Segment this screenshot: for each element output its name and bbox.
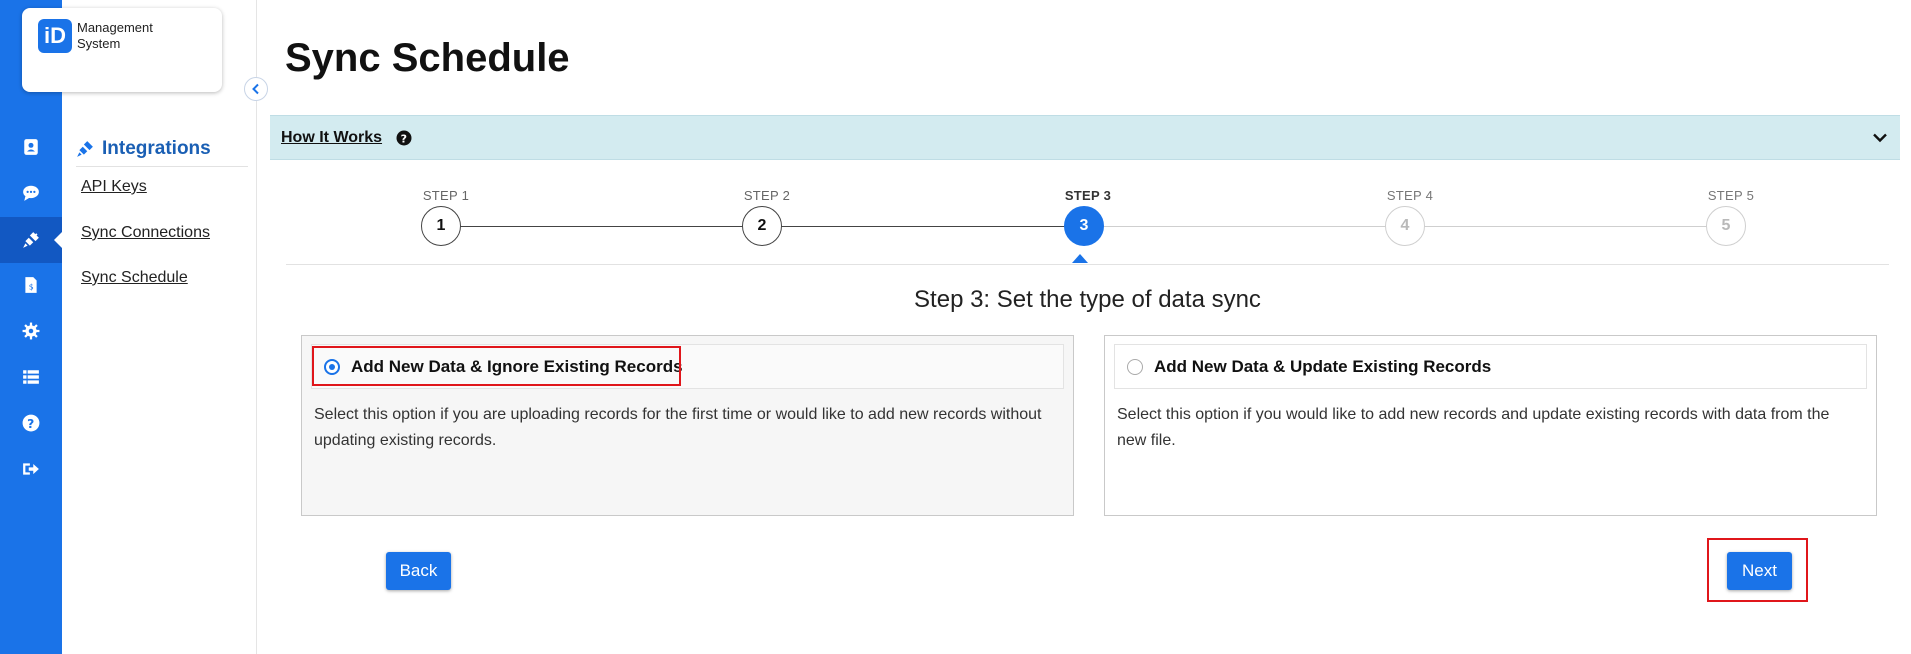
current-step-pointer xyxy=(1072,254,1088,263)
step-5-label: STEP 5 xyxy=(1707,188,1755,203)
step-heading: Step 3: Set the type of data sync xyxy=(914,286,1261,313)
svg-text:?: ? xyxy=(27,417,34,431)
step-connector xyxy=(762,226,1084,227)
step-connector xyxy=(441,226,762,227)
logo-text-line2: System xyxy=(77,36,121,51)
svg-text:?: ? xyxy=(401,133,407,146)
option-description: Select this option if you would like to … xyxy=(1117,406,1830,449)
sidebar-section-integrations: Integrations xyxy=(76,131,248,167)
back-button[interactable]: Back xyxy=(386,552,451,590)
collapse-sidebar-button[interactable] xyxy=(244,77,268,101)
logo-mark: iD xyxy=(38,19,72,53)
option-card-ignore-existing[interactable]: Add New Data & Ignore Existing Records S… xyxy=(301,335,1074,516)
option-header[interactable]: Add New Data & Update Existing Records xyxy=(1114,344,1867,389)
how-it-works-label[interactable]: How It Works xyxy=(281,129,382,147)
svg-text:$: $ xyxy=(29,283,34,292)
option-description: Select this option if you are uploading … xyxy=(314,406,1042,449)
step-5-circle: 5 xyxy=(1706,206,1746,246)
icon-rail: $ ? xyxy=(0,0,63,654)
step-4-circle: 4 xyxy=(1385,206,1425,246)
radio-ignore-existing[interactable] xyxy=(324,358,340,375)
next-button[interactable]: Next xyxy=(1727,552,1792,590)
step-3-label: STEP 3 xyxy=(1064,188,1112,203)
option-header[interactable]: Add New Data & Ignore Existing Records xyxy=(311,344,1064,389)
step-2-circle[interactable]: 2 xyxy=(742,206,782,246)
step-connector xyxy=(1405,226,1726,227)
contact-card-icon[interactable] xyxy=(0,124,62,170)
page-title: Sync Schedule xyxy=(285,36,570,80)
sidebar-link-sync-schedule[interactable]: Sync Schedule xyxy=(81,269,188,287)
invoice-icon[interactable]: $ xyxy=(0,262,62,308)
sidebar-panel xyxy=(62,0,257,654)
plug-icon xyxy=(77,140,93,157)
chevron-left-icon xyxy=(252,83,259,95)
list-icon[interactable] xyxy=(0,354,62,400)
option-title[interactable]: Add New Data & Ignore Existing Records xyxy=(351,357,683,377)
step-1-circle[interactable]: 1 xyxy=(421,206,461,246)
step-1-label: STEP 1 xyxy=(422,188,470,203)
how-it-works-banner[interactable]: How It Works ? xyxy=(270,115,1900,160)
gear-icon[interactable] xyxy=(0,308,62,354)
chevron-down-icon[interactable] xyxy=(1872,131,1888,145)
logo-text: Management System xyxy=(77,20,153,52)
step-4-label: STEP 4 xyxy=(1386,188,1434,203)
question-circle-icon[interactable]: ? xyxy=(396,130,412,146)
sidebar-link-api-keys[interactable]: API Keys xyxy=(81,178,147,196)
sidebar-link-sync-connections[interactable]: Sync Connections xyxy=(81,224,210,242)
brand-logo[interactable]: iD Management System xyxy=(22,8,222,92)
option-card-update-existing[interactable]: Add New Data & Update Existing Records S… xyxy=(1104,335,1877,516)
option-title[interactable]: Add New Data & Update Existing Records xyxy=(1154,357,1491,377)
step-connector xyxy=(1084,226,1405,227)
help-icon[interactable]: ? xyxy=(0,400,62,446)
sidebar-section-title: Integrations xyxy=(102,137,211,159)
step-2-label: STEP 2 xyxy=(743,188,791,203)
radio-update-existing[interactable] xyxy=(1127,358,1143,375)
chat-icon[interactable] xyxy=(0,170,62,216)
logo-text-line1: Management xyxy=(77,20,153,35)
plug-icon[interactable] xyxy=(0,217,63,263)
logout-icon[interactable] xyxy=(0,446,62,492)
stepper-divider xyxy=(286,264,1889,265)
step-3-circle: 3 xyxy=(1064,206,1104,246)
